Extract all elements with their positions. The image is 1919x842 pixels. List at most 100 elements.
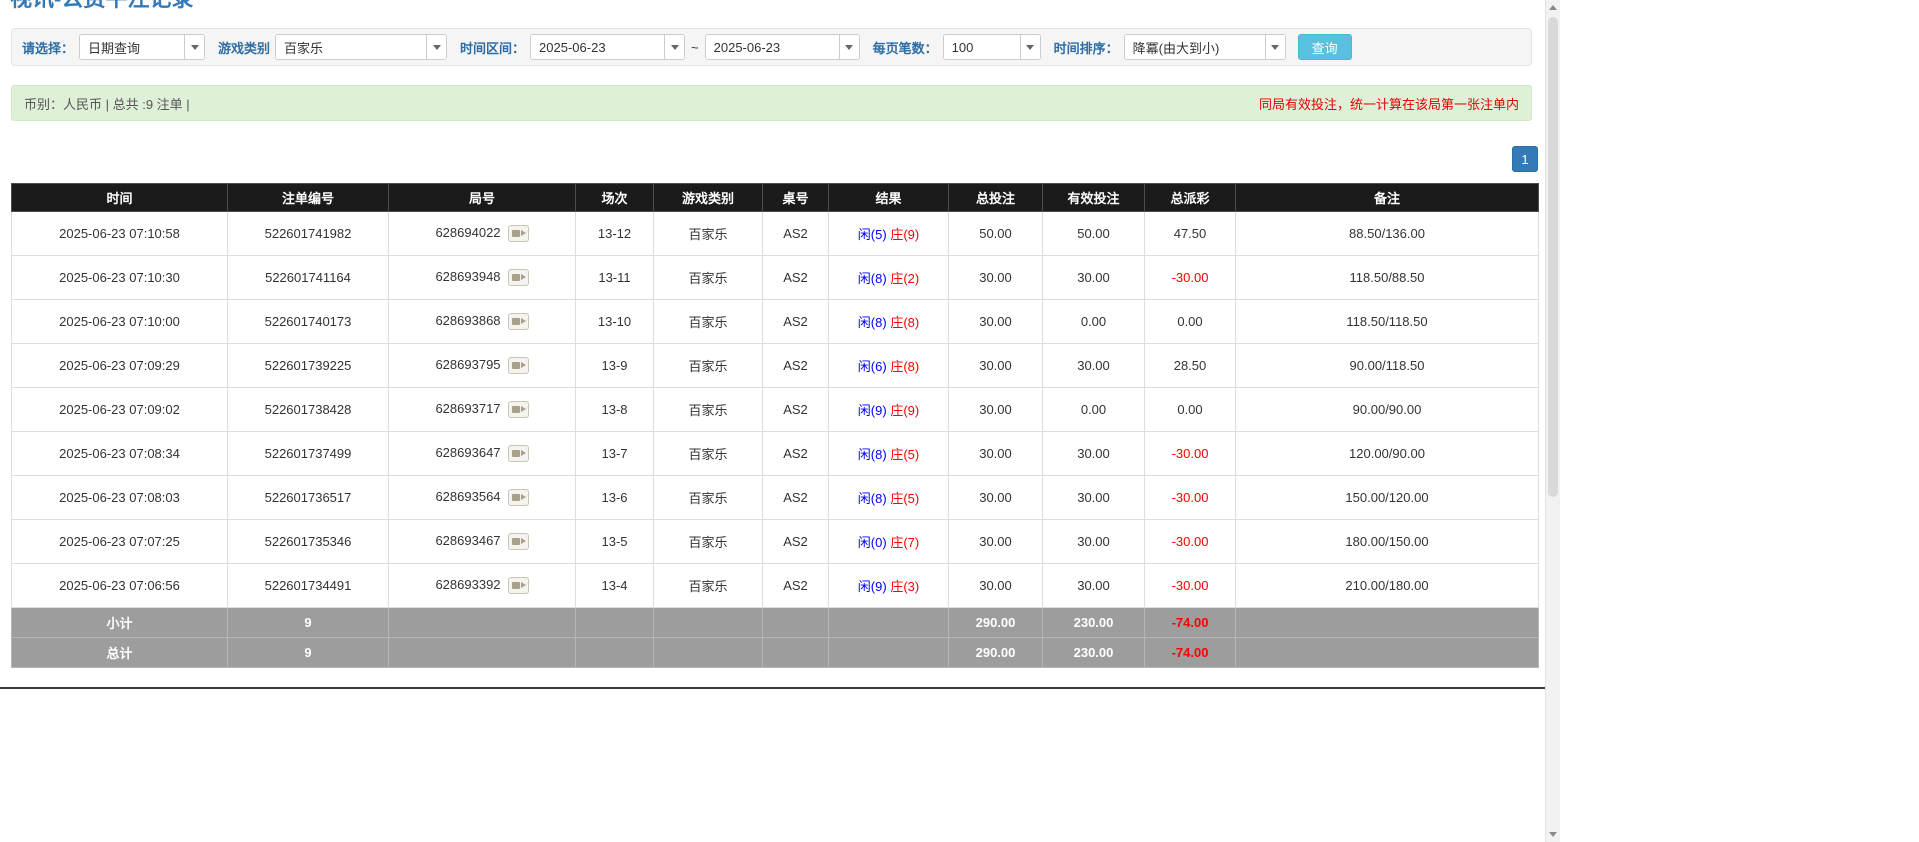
- cell-total-bet[interactable]: 30.00: [949, 256, 1043, 300]
- search-button[interactable]: 查询: [1298, 34, 1352, 60]
- cell-valid-bet: 0.00: [1043, 388, 1145, 432]
- date-to-input[interactable]: [706, 35, 839, 59]
- cell-total-bet[interactable]: 30.00: [949, 432, 1043, 476]
- result-banker: 庄(3): [890, 579, 919, 594]
- result-banker: 庄(9): [890, 403, 919, 418]
- table-header: 时间注单编号局号场次游戏类别桌号结果总投注有效投注总派彩备注: [12, 184, 1539, 212]
- result-player: 闲(8): [858, 447, 887, 462]
- scroll-down-arrow-icon[interactable]: [1546, 827, 1560, 842]
- result-player: 闲(9): [858, 579, 887, 594]
- page-title: 视讯-公费平注记录: [10, 0, 1545, 12]
- game-type-combobox[interactable]: [275, 34, 447, 60]
- cell-session: 13-12: [576, 212, 654, 256]
- cell-result: 闲(6) 庄(8): [829, 344, 949, 388]
- cell-remark: 180.00/150.00: [1236, 520, 1539, 564]
- cell-game-type: 百家乐: [654, 256, 763, 300]
- page-size-dropdown-arrow-icon[interactable]: [1020, 35, 1040, 59]
- video-replay-icon[interactable]: [508, 445, 529, 462]
- cell-remark: 120.00/90.00: [1236, 432, 1539, 476]
- table-row: 2025-06-23 07:10:58522601741982628694022…: [12, 212, 1539, 256]
- game-type-label: 游戏类别: [218, 38, 270, 57]
- cell-round-id: 628693795: [389, 344, 576, 388]
- cell-total-bet[interactable]: 30.00: [949, 476, 1043, 520]
- cell-remark: 118.50/118.50: [1236, 300, 1539, 344]
- cell-valid-bet: 30.00: [1043, 256, 1145, 300]
- video-replay-icon[interactable]: [508, 313, 529, 330]
- table-footer: 小计9290.00230.00-74.00 总计9290.00230.00-74…: [12, 608, 1539, 668]
- cell-table-no: AS2: [763, 212, 829, 256]
- vertical-scrollbar[interactable]: [1545, 0, 1560, 842]
- cell-remark: 88.50/136.00: [1236, 212, 1539, 256]
- result-player: 闲(6): [858, 359, 887, 374]
- table-body: 2025-06-23 07:10:58522601741982628694022…: [12, 212, 1539, 608]
- video-replay-icon[interactable]: [508, 225, 529, 242]
- date-from-dropdown-arrow-icon[interactable]: [664, 35, 684, 59]
- cell-payout: -30.00: [1145, 520, 1236, 564]
- cell-total-bet[interactable]: 30.00: [949, 300, 1043, 344]
- cell-payout: 47.50: [1145, 212, 1236, 256]
- cell-time: 2025-06-23 07:10:58: [12, 212, 228, 256]
- cell-round-id: 628693564: [389, 476, 576, 520]
- page-size-input[interactable]: [944, 35, 1020, 59]
- game-type-dropdown-arrow-icon[interactable]: [426, 35, 446, 59]
- cell-total-bet[interactable]: 30.00: [949, 344, 1043, 388]
- cell-result: 闲(8) 庄(8): [829, 300, 949, 344]
- scroll-up-arrow-icon[interactable]: [1546, 0, 1560, 15]
- result-banker: 庄(9): [890, 227, 919, 242]
- footer-empty: [654, 608, 763, 638]
- video-replay-icon[interactable]: [508, 401, 529, 418]
- cell-total-bet[interactable]: 50.00: [949, 212, 1043, 256]
- date-to-dropdown-arrow-icon[interactable]: [839, 35, 859, 59]
- cell-total-bet[interactable]: 30.00: [949, 388, 1043, 432]
- video-replay-icon[interactable]: [508, 489, 529, 506]
- cell-total-bet[interactable]: 30.00: [949, 520, 1043, 564]
- time-sort-input[interactable]: [1125, 35, 1265, 59]
- query-type-combobox[interactable]: [79, 34, 205, 60]
- page-size-combobox[interactable]: [943, 34, 1041, 60]
- currency-total-summary: 币别：人民币 | 总共 :9 注单 |: [24, 94, 190, 113]
- page-1-button[interactable]: 1: [1512, 146, 1538, 172]
- cell-game-type: 百家乐: [654, 300, 763, 344]
- video-replay-icon[interactable]: [508, 533, 529, 550]
- table-row: 2025-06-23 07:06:56522601734491628693392…: [12, 564, 1539, 608]
- cell-time: 2025-06-23 07:10:30: [12, 256, 228, 300]
- video-replay-icon[interactable]: [508, 269, 529, 286]
- cell-table-no: AS2: [763, 344, 829, 388]
- round-id-text: 628693948: [435, 269, 500, 284]
- footer-empty: [829, 608, 949, 638]
- footer-count: 9: [228, 608, 389, 638]
- cell-result: 闲(9) 庄(3): [829, 564, 949, 608]
- round-id-text: 628693717: [435, 401, 500, 416]
- cell-total-bet[interactable]: 30.00: [949, 564, 1043, 608]
- result-player: 闲(8): [858, 491, 887, 506]
- cell-round-id: 628693868: [389, 300, 576, 344]
- cell-valid-bet: 50.00: [1043, 212, 1145, 256]
- pagination: 1: [11, 146, 1538, 172]
- date-from-picker[interactable]: [530, 34, 685, 60]
- result-banker: 庄(8): [890, 359, 919, 374]
- cell-bet-id: 522601734491: [228, 564, 389, 608]
- cell-round-id: 628693647: [389, 432, 576, 476]
- cell-remark: 150.00/120.00: [1236, 476, 1539, 520]
- video-replay-icon[interactable]: [508, 577, 529, 594]
- column-header-4: 游戏类别: [654, 184, 763, 212]
- date-to-picker[interactable]: [705, 34, 860, 60]
- time-sort-dropdown-arrow-icon[interactable]: [1265, 35, 1285, 59]
- query-type-input[interactable]: [80, 35, 184, 59]
- time-sort-combobox[interactable]: [1124, 34, 1286, 60]
- round-id-text: 628693868: [435, 313, 500, 328]
- cell-session: 13-11: [576, 256, 654, 300]
- cell-time: 2025-06-23 07:09:29: [12, 344, 228, 388]
- date-from-input[interactable]: [531, 35, 664, 59]
- cell-remark: 90.00/90.00: [1236, 388, 1539, 432]
- cell-session: 13-7: [576, 432, 654, 476]
- cell-bet-id: 522601735346: [228, 520, 389, 564]
- game-type-input[interactable]: [276, 35, 426, 59]
- query-type-dropdown-arrow-icon[interactable]: [184, 35, 204, 59]
- cell-remark: 118.50/88.50: [1236, 256, 1539, 300]
- scrollbar-thumb[interactable]: [1548, 17, 1558, 497]
- cell-session: 13-9: [576, 344, 654, 388]
- column-header-5: 桌号: [763, 184, 829, 212]
- cell-bet-id: 522601739225: [228, 344, 389, 388]
- video-replay-icon[interactable]: [508, 357, 529, 374]
